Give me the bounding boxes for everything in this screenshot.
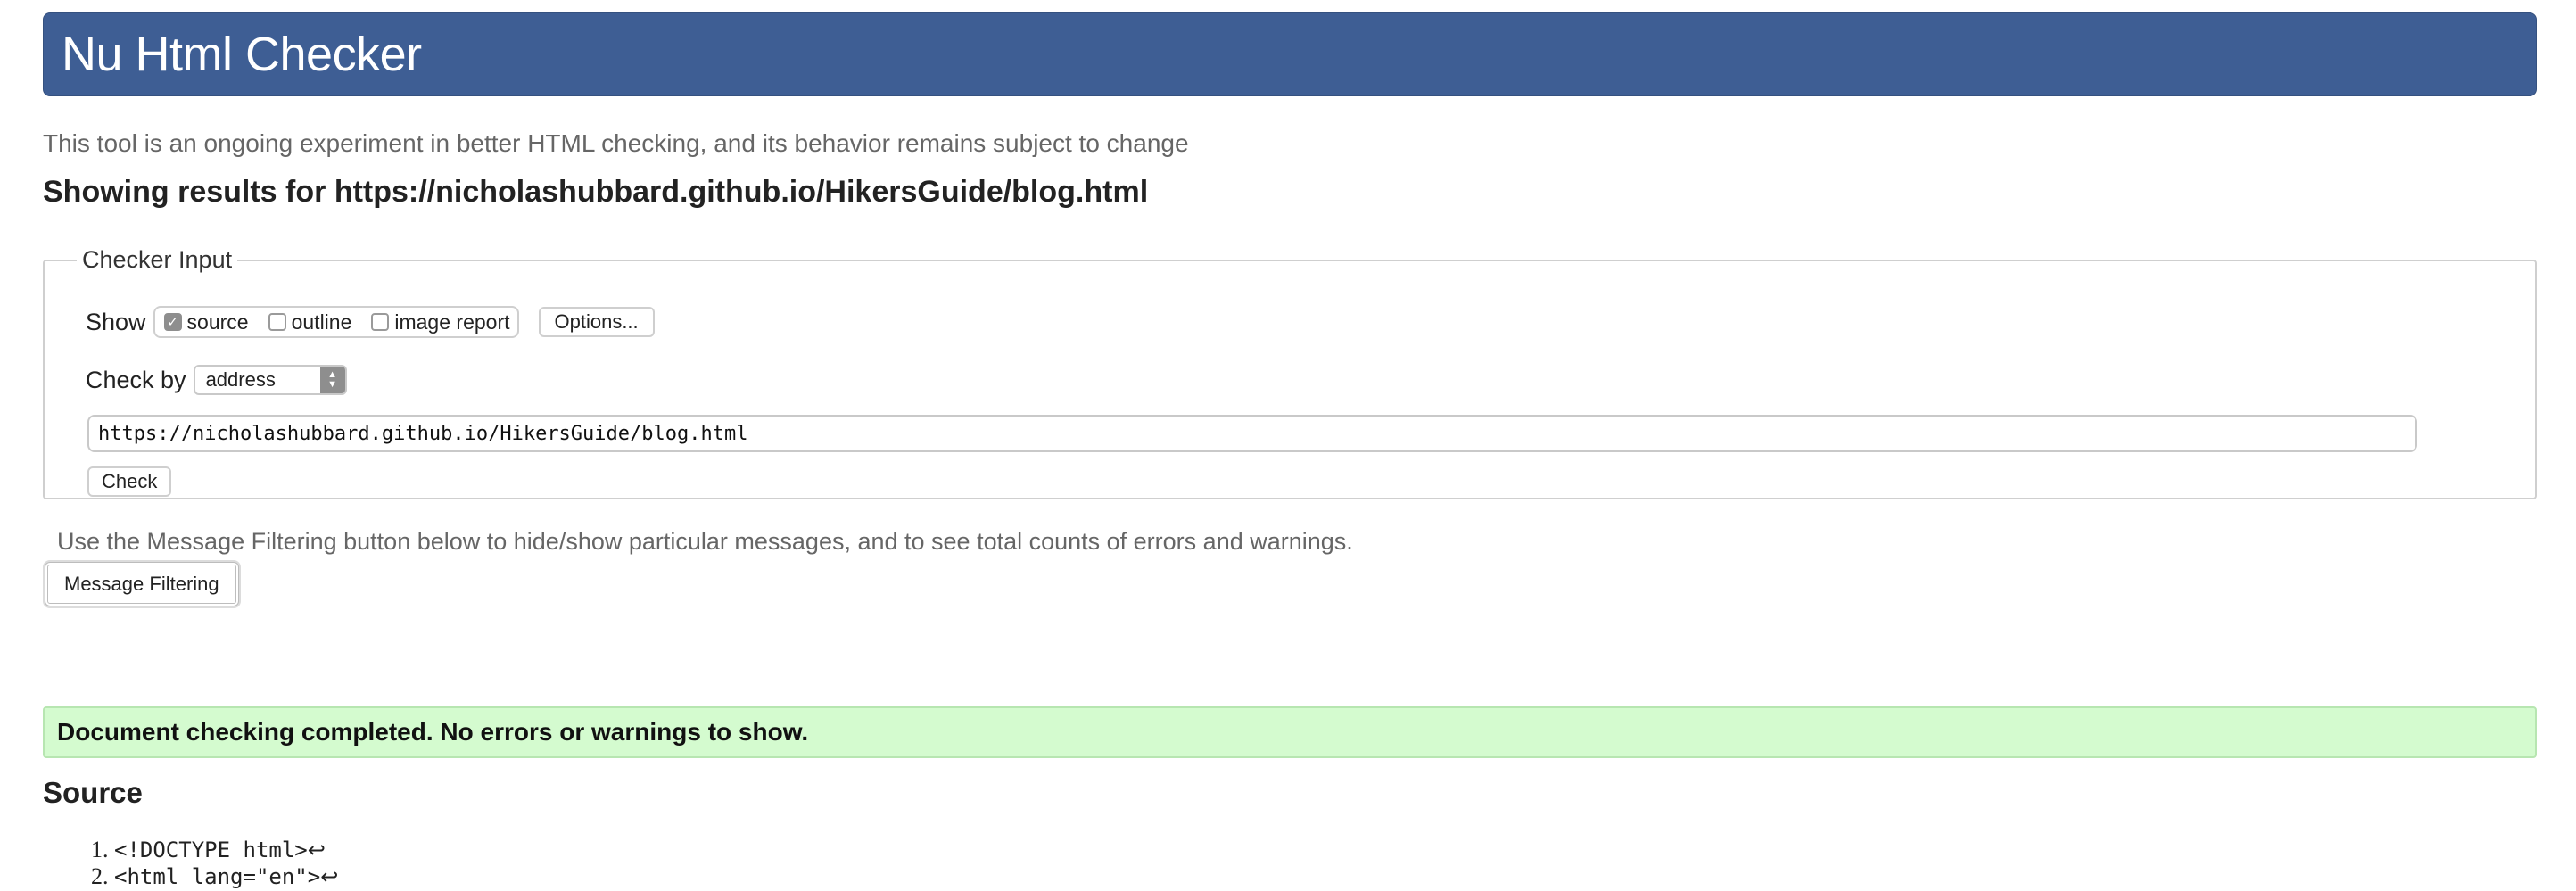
filter-note: Use the Message Filtering button below t… [57, 528, 1353, 555]
url-input[interactable]: https://nicholashubbard.github.io/Hikers… [87, 415, 2417, 452]
image-report-checkbox-label: image report [394, 309, 510, 334]
page: Nu Html Checker This tool is an ongoing … [43, 12, 2537, 889]
image-report-checkbox[interactable]: image report [371, 309, 510, 334]
options-button[interactable]: Options... [538, 307, 655, 337]
results-prefix: Showing results for [43, 175, 326, 209]
outline-checkbox-label: outline [291, 309, 352, 334]
results-heading: Showing results for https://nicholashubb… [43, 175, 1148, 210]
check-button[interactable]: Check [87, 466, 172, 497]
check-by-select[interactable]: address ▲ ▼ [193, 365, 347, 395]
source-line-code: <!DOCTYPE html> [114, 837, 308, 862]
checkbox-empty-icon[interactable] [371, 313, 390, 331]
header-banner: Nu Html Checker [43, 12, 2537, 96]
source-line-code: <html lang="en"> [114, 864, 321, 889]
return-icon: ↩ [320, 866, 339, 889]
source-line: <!DOCTYPE html>↩ [114, 837, 338, 863]
check-by-label: Check by [86, 366, 186, 393]
status-message: Document checking completed. No errors o… [43, 706, 2537, 758]
checkbox-empty-icon[interactable] [268, 313, 286, 331]
source-checkbox-label: source [186, 309, 249, 334]
outline-checkbox[interactable]: outline [268, 309, 352, 334]
checker-input-legend: Checker Input [82, 246, 233, 273]
message-filtering-button[interactable]: Message Filtering [45, 562, 239, 606]
source-list: <!DOCTYPE html>↩ <html lang="en">↩ [78, 837, 338, 890]
source-line: <html lang="en">↩ [114, 863, 338, 890]
source-heading: Source [43, 776, 143, 809]
select-arrows-icon: ▲ ▼ [319, 367, 345, 393]
checkmark-icon[interactable]: ✓ [163, 313, 182, 331]
checker-input-fieldset: Checker Input Show ✓ source outline imag… [43, 246, 2537, 499]
intro-text: This tool is an ongoing experiment in be… [43, 129, 1189, 157]
show-row: Show ✓ source outline image report Optio… [86, 306, 655, 338]
check-by-row: Check by address ▲ ▼ [86, 365, 347, 395]
check-by-value: address [205, 368, 276, 391]
return-icon: ↩ [307, 839, 326, 862]
show-options-group: ✓ source outline image report [153, 306, 519, 338]
app-title: Nu Html Checker [62, 28, 422, 81]
results-url: https://nicholashubbard.github.io/Hikers… [334, 175, 1149, 209]
show-label: Show [86, 308, 146, 335]
source-checkbox[interactable]: ✓ source [163, 309, 249, 334]
